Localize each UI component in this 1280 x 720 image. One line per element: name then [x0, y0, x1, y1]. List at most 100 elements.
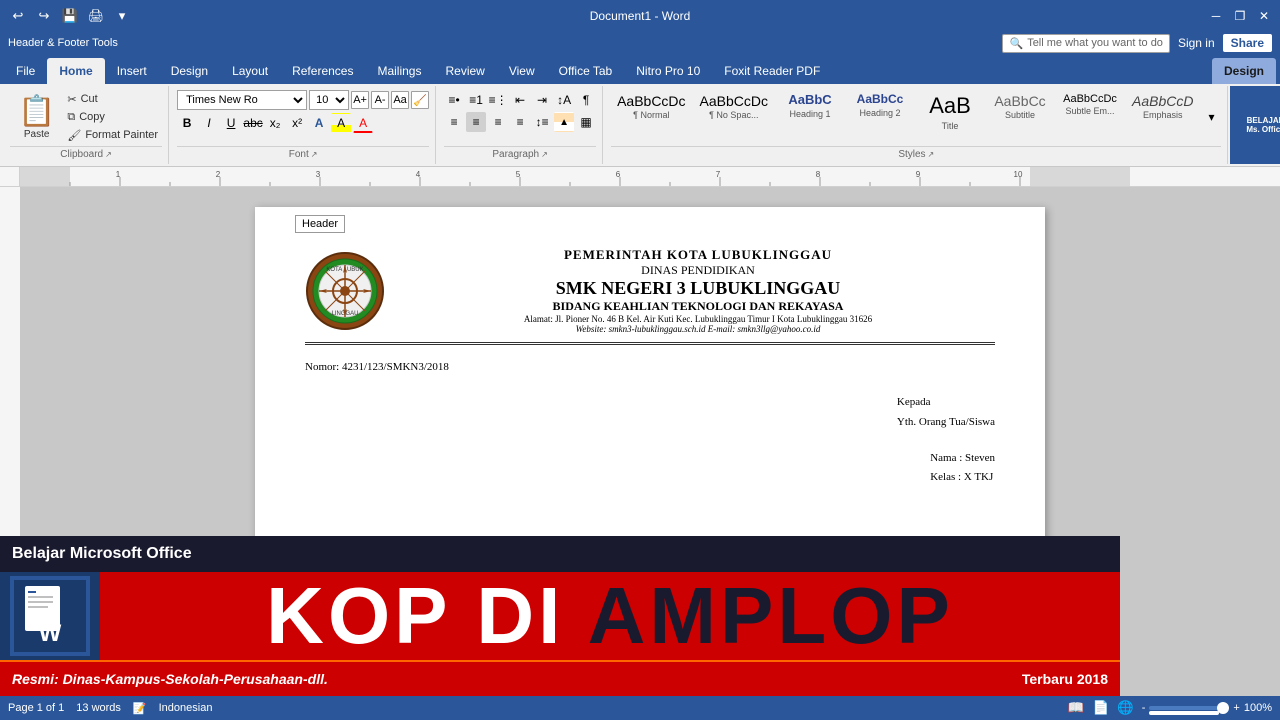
promo-bottom-left: Resmi: Dinas-Kampus-Sekolah-Perusahaan-d…: [12, 671, 328, 687]
style-normal[interactable]: AaBbCcDc ¶ Normal: [611, 90, 691, 122]
share-button[interactable]: Share: [1223, 34, 1272, 52]
strikethrough-button[interactable]: abc: [243, 113, 263, 133]
style-subtitle[interactable]: AaBbCc Subtitle: [986, 90, 1054, 122]
web-layout-button[interactable]: 🌐: [1117, 700, 1134, 716]
tab-nitro[interactable]: Nitro Pro 10: [624, 58, 712, 84]
nama-section: Nama : Steven Kelas : X TKJ: [930, 449, 995, 489]
svg-text:7: 7: [716, 170, 721, 179]
kepada-label: Kepada: [897, 393, 995, 413]
cut-button[interactable]: ✂ Cut: [63, 91, 162, 108]
school-address: Alamat: Jl. Pioner No. 46 B Kel. Air Kut…: [401, 314, 995, 324]
border-button[interactable]: ▦: [576, 112, 596, 132]
tab-officetab[interactable]: Office Tab: [547, 58, 625, 84]
superscript-button[interactable]: x²: [287, 113, 307, 133]
tab-home[interactable]: Home: [47, 58, 104, 84]
styles-label[interactable]: Styles ↗: [611, 146, 1221, 162]
subscript-button[interactable]: x₂: [265, 113, 285, 133]
save-button[interactable]: 💾: [60, 6, 80, 26]
font-label[interactable]: Font ↗: [177, 146, 429, 162]
close-button[interactable]: ✕: [1256, 8, 1272, 24]
bullet-list-button[interactable]: ≡•: [444, 90, 464, 110]
promo-bottom: Resmi: Dinas-Kampus-Sekolah-Perusahaan-d…: [0, 660, 1120, 696]
promo-main-text: KOP DI AMPLOP: [266, 576, 954, 656]
text-effects-button[interactable]: A: [309, 113, 329, 133]
copy-button[interactable]: ⧉ Copy: [63, 109, 162, 126]
styles-more-button[interactable]: ▾: [1201, 107, 1221, 127]
style-title[interactable]: AaB Title: [916, 90, 984, 133]
read-mode-button[interactable]: 📖: [1068, 700, 1085, 716]
kelas-value: : X TKJ: [958, 471, 993, 483]
increase-indent-button[interactable]: ⇥: [532, 90, 552, 110]
tab-mailings[interactable]: Mailings: [365, 58, 433, 84]
zoom-out-icon: -: [1142, 702, 1146, 714]
font-family-select[interactable]: Times New Ro: [177, 90, 307, 110]
bold-button[interactable]: B: [177, 113, 197, 133]
restore-button[interactable]: ❐: [1232, 8, 1248, 24]
print-layout-button[interactable]: 📄: [1093, 700, 1110, 716]
tab-design[interactable]: Design: [159, 58, 220, 84]
paragraph-label[interactable]: Paragraph ↗: [444, 146, 596, 162]
font-expand-icon: ↗: [311, 150, 318, 159]
style-subtleemphasis[interactable]: AaBbCcDc Subtle Em...: [1056, 90, 1124, 118]
undo-button[interactable]: ↩: [8, 6, 28, 26]
kelas-label: Kelas: [930, 471, 955, 483]
font-shrink-button[interactable]: A-: [371, 91, 389, 109]
minimize-button[interactable]: ─: [1208, 8, 1224, 24]
italic-button[interactable]: I: [199, 113, 219, 133]
clipboard-expand-icon: ↗: [105, 150, 112, 159]
tab-references[interactable]: References: [280, 58, 365, 84]
tell-me-search[interactable]: 🔍 Tell me what you want to do: [1002, 34, 1169, 53]
font-grow-button[interactable]: A+: [351, 91, 369, 109]
zoom-in-icon: +: [1233, 702, 1239, 714]
paste-button[interactable]: 📋 Paste: [10, 90, 63, 144]
word-count: 13 words: [76, 702, 121, 714]
justify-button[interactable]: ≡: [510, 112, 530, 132]
style-heading1[interactable]: AaBbC Heading 1: [776, 90, 844, 121]
school-bidang: BIDANG KEAHLIAN TEKNOLOGI DAN REKAYASA: [401, 299, 995, 314]
signin-button[interactable]: Sign in: [1178, 36, 1215, 50]
underline-button[interactable]: U: [221, 113, 241, 133]
msoffice-text: Ms. Office: [1246, 125, 1280, 134]
tab-review[interactable]: Review: [433, 58, 496, 84]
clipboard-group: 📋 Paste ✂ Cut ⧉ Copy 🖌 Format Painter: [4, 86, 169, 164]
numbered-list-button[interactable]: ≡1: [466, 90, 486, 110]
style-nospace[interactable]: AaBbCcDc ¶ No Spac...: [694, 90, 774, 122]
align-left-button[interactable]: ≡: [444, 112, 464, 132]
promo-text-dark: AMPLOP: [588, 571, 954, 660]
style-heading2[interactable]: AaBbCc Heading 2: [846, 90, 914, 120]
font-color-button[interactable]: A: [353, 113, 373, 133]
quick-access-toolbar: ↩ ↪ 💾 🖨 ▾: [8, 6, 132, 26]
tab-hf-design[interactable]: Design: [1212, 58, 1276, 84]
tab-view[interactable]: View: [497, 58, 547, 84]
tab-layout[interactable]: Layout: [220, 58, 280, 84]
ruler-svg: 1 2 3 4 5 6 7 8 9 10: [20, 167, 1280, 187]
line-spacing-button[interactable]: ↕≡: [532, 112, 552, 132]
shading-button[interactable]: ▲: [554, 112, 574, 132]
nomor: Nomor: 4231/123/SMKN3/2018: [305, 361, 995, 373]
tab-insert[interactable]: Insert: [105, 58, 159, 84]
font-size-select[interactable]: 10: [309, 90, 349, 110]
customize-qat-button[interactable]: ▾: [112, 6, 132, 26]
tab-foxit[interactable]: Foxit Reader PDF: [712, 58, 832, 84]
change-case-button[interactable]: Aa: [391, 91, 409, 109]
show-formatting-button[interactable]: ¶: [576, 90, 596, 110]
highlight-button[interactable]: A: [331, 113, 351, 133]
ribbon-tabs: File Home Insert Design Layout Reference…: [0, 54, 1280, 84]
svg-text:8: 8: [816, 170, 821, 179]
belajar-text: BELAJAR: [1247, 116, 1280, 125]
tab-file[interactable]: File: [4, 58, 47, 84]
multilevel-list-button[interactable]: ≡⋮: [488, 90, 508, 110]
style-emphasis[interactable]: AaBbCcD Emphasis: [1126, 90, 1199, 122]
clipboard-label[interactable]: Clipboard ↗: [10, 146, 162, 162]
decrease-indent-button[interactable]: ⇤: [510, 90, 530, 110]
clear-format-button[interactable]: 🧹: [411, 91, 429, 109]
promo-text: KOP DI AMPLOP: [100, 576, 1120, 656]
clipboard-buttons: 📋 Paste ✂ Cut ⧉ Copy 🖌 Format Painter: [10, 90, 162, 144]
print-button[interactable]: 🖨: [86, 6, 106, 26]
align-center-button[interactable]: ≡: [466, 112, 486, 132]
redo-button[interactable]: ↪: [34, 6, 54, 26]
align-right-button[interactable]: ≡: [488, 112, 508, 132]
styles-expand-icon: ↗: [928, 150, 935, 159]
format-painter-button[interactable]: 🖌 Format Painter: [63, 127, 162, 144]
sort-button[interactable]: ↕A: [554, 90, 574, 110]
